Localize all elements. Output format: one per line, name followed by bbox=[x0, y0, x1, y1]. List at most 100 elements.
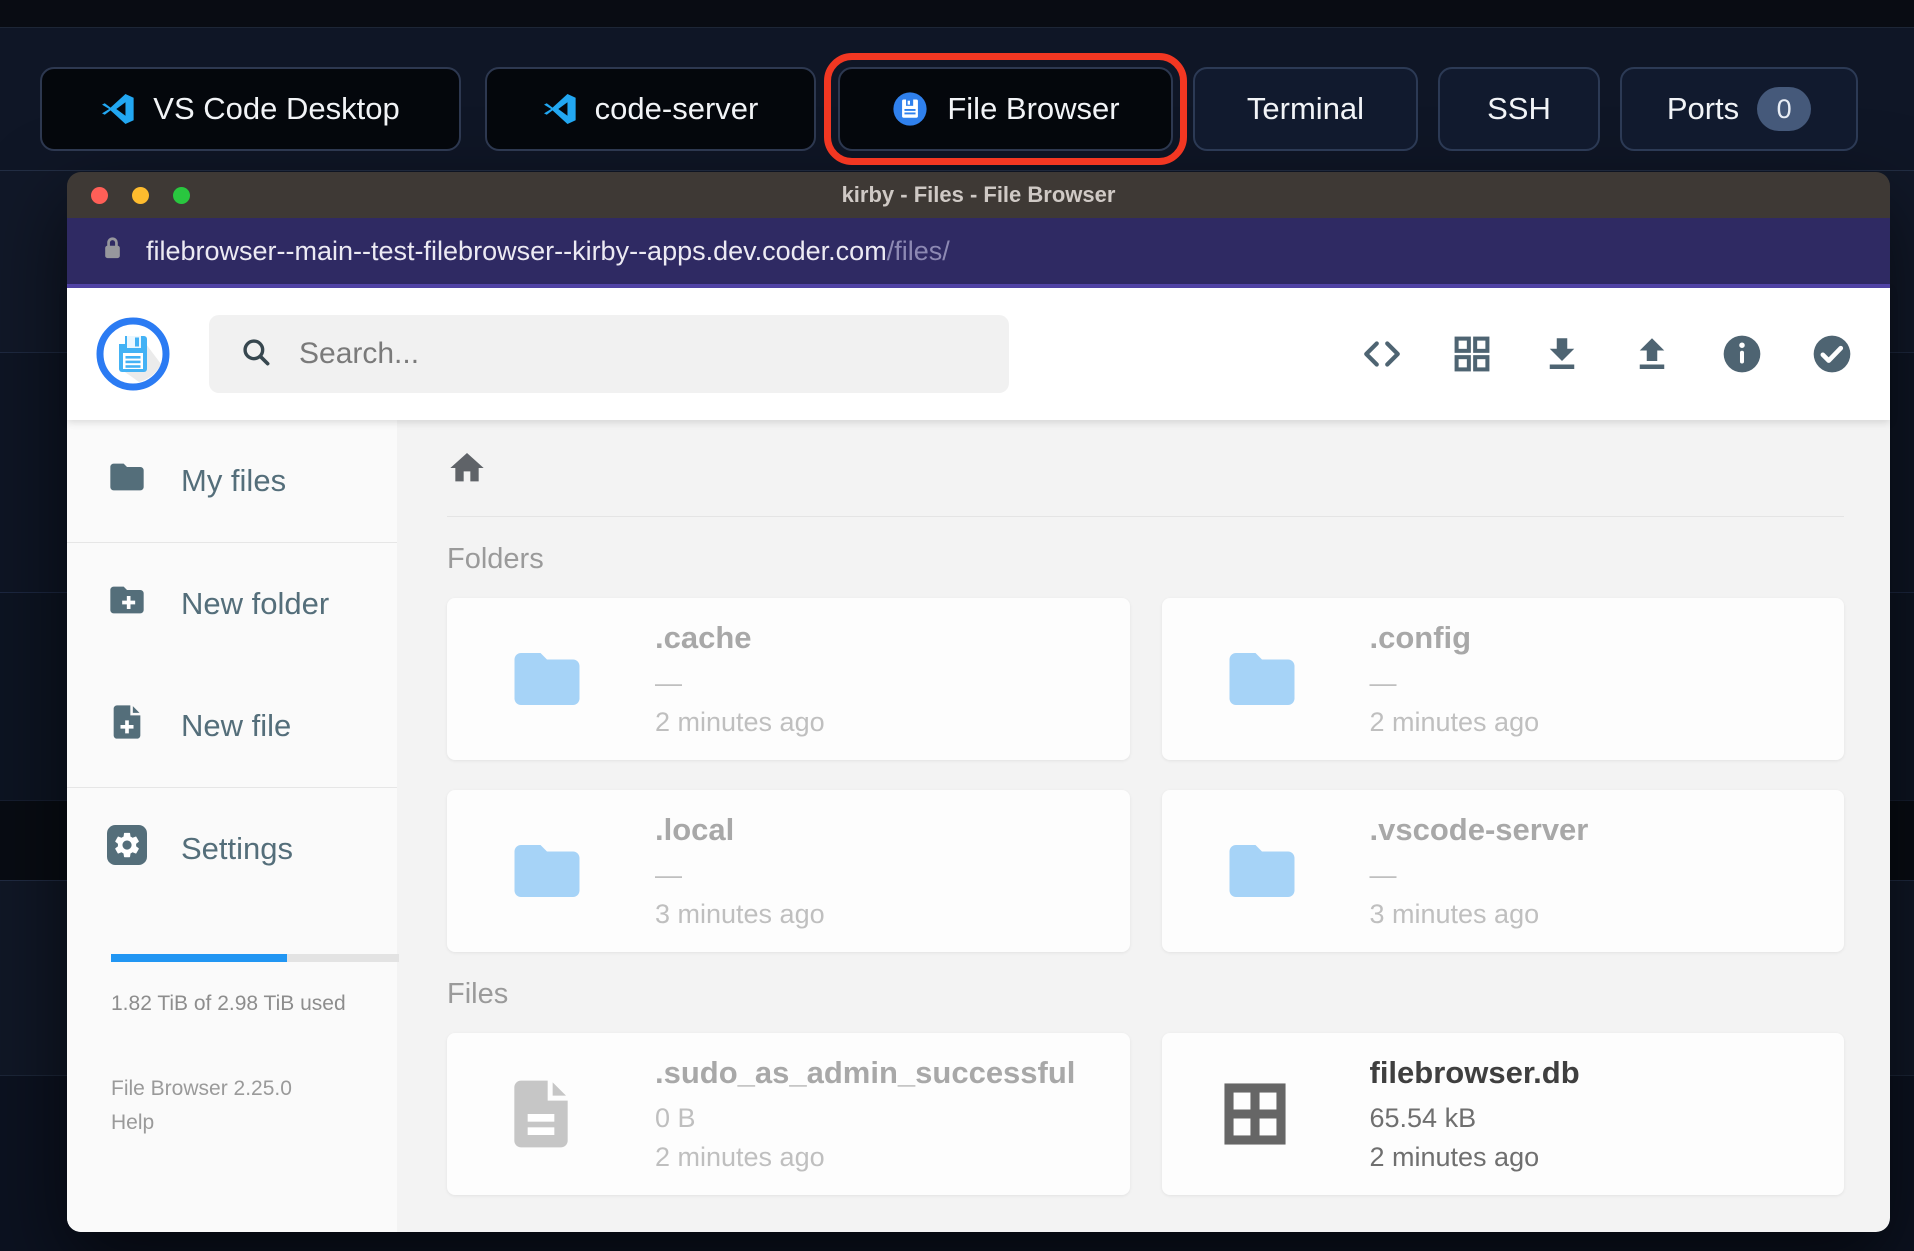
item-name: .vscode-server bbox=[1369, 812, 1589, 847]
ports-count-badge: 0 bbox=[1757, 87, 1812, 131]
app-button-label: code-server bbox=[594, 91, 759, 126]
sidebar-item-label: New folder bbox=[181, 586, 330, 621]
window-titlebar[interactable]: kirby - Files - File Browser bbox=[67, 172, 1890, 218]
check-circle-icon[interactable] bbox=[1810, 332, 1854, 376]
filebrowser-icon bbox=[891, 90, 929, 128]
header-toolbar bbox=[1360, 332, 1854, 376]
sidebar-item-label: My files bbox=[181, 463, 287, 498]
usage-progress-track bbox=[111, 954, 399, 962]
folder-plus-icon bbox=[107, 580, 147, 628]
item-size: 0 B bbox=[655, 1103, 696, 1133]
file-browser-button[interactable]: File Browser bbox=[838, 67, 1173, 151]
item-modified: 3 minutes ago bbox=[655, 899, 825, 929]
sidebar-item-label: New file bbox=[181, 708, 292, 743]
address-bar[interactable]: filebrowser--main--test-filebrowser--kir… bbox=[67, 218, 1890, 288]
url-path: /files/ bbox=[886, 235, 950, 266]
gear-icon bbox=[107, 825, 147, 873]
lock-icon bbox=[99, 235, 126, 267]
terminal-button[interactable]: Terminal bbox=[1193, 67, 1418, 151]
item-name: .sudo_as_admin_successful bbox=[655, 1055, 1076, 1090]
item-size: — bbox=[1369, 860, 1397, 890]
item-name: .config bbox=[1369, 620, 1472, 655]
files-grid: .sudo_as_admin_successful 0 B 2 minutes … bbox=[447, 1033, 1844, 1195]
home-icon[interactable] bbox=[447, 448, 487, 493]
search-input[interactable] bbox=[297, 336, 901, 372]
item-modified: 2 minutes ago bbox=[1369, 1142, 1540, 1172]
file-plus-icon bbox=[107, 702, 147, 750]
app-button-label: SSH bbox=[1487, 91, 1551, 126]
app-version: File Browser 2.25.0 bbox=[111, 1077, 292, 1100]
file-card-filebrowser-db[interactable]: filebrowser.db 65.54 kB 2 minutes ago bbox=[1161, 1033, 1844, 1195]
code-icon[interactable] bbox=[1360, 332, 1404, 376]
item-name: .local bbox=[655, 812, 735, 847]
vscode-icon bbox=[543, 92, 577, 126]
folder-icon bbox=[501, 832, 593, 910]
folder-card-local[interactable]: .local — 3 minutes ago bbox=[447, 790, 1130, 952]
item-meta: .config — 2 minutes ago bbox=[1370, 620, 1540, 738]
vscode-desktop-button[interactable]: VS Code Desktop bbox=[40, 67, 461, 151]
item-modified: 2 minutes ago bbox=[1369, 707, 1540, 737]
grid-icon[interactable] bbox=[1450, 332, 1494, 376]
app-button-label: Terminal bbox=[1246, 91, 1365, 126]
files-heading: Files bbox=[447, 978, 509, 1010]
folder-icon bbox=[501, 640, 593, 718]
folder-icon bbox=[1216, 640, 1308, 718]
divider bbox=[447, 516, 1844, 517]
item-meta: .vscode-server — 3 minutes ago bbox=[1370, 812, 1589, 930]
sidebar-item-new-folder[interactable]: New folder bbox=[67, 543, 397, 665]
folder-card-vscode-server[interactable]: .vscode-server — 3 minutes ago bbox=[1161, 790, 1844, 952]
document-icon bbox=[501, 1074, 593, 1154]
app-button-label: File Browser bbox=[947, 91, 1120, 126]
item-meta: .sudo_as_admin_successful 0 B 2 minutes … bbox=[655, 1055, 1075, 1173]
coder-app-bar: VS Code Desktop code-server File Browser… bbox=[0, 0, 1914, 170]
grid-window-icon bbox=[1216, 1075, 1308, 1153]
sidebar: My files New folder New file Settings 1.… bbox=[67, 420, 399, 1232]
folder-icon bbox=[1216, 832, 1308, 910]
item-modified: 2 minutes ago bbox=[655, 707, 825, 737]
filebrowser-logo[interactable] bbox=[95, 316, 171, 392]
folder-icon bbox=[107, 457, 147, 505]
item-meta: filebrowser.db 65.54 kB 2 minutes ago bbox=[1370, 1055, 1580, 1173]
sidebar-item-new-file[interactable]: New file bbox=[67, 665, 397, 787]
item-meta: .cache — 2 minutes ago bbox=[655, 620, 825, 738]
download-icon[interactable] bbox=[1540, 332, 1584, 376]
code-server-button[interactable]: code-server bbox=[485, 67, 816, 151]
sidebar-item-label: Settings bbox=[181, 831, 294, 866]
folder-card-config[interactable]: .config — 2 minutes ago bbox=[1161, 598, 1844, 760]
item-size: — bbox=[655, 668, 682, 698]
sidebar-item-my-files[interactable]: My files bbox=[67, 420, 397, 542]
folders-heading: Folders bbox=[447, 543, 544, 575]
upload-icon[interactable] bbox=[1630, 332, 1674, 376]
ssh-button[interactable]: SSH bbox=[1438, 67, 1600, 151]
file-card-sudo-as-admin-successful[interactable]: .sudo_as_admin_successful 0 B 2 minutes … bbox=[447, 1033, 1130, 1195]
url-host: filebrowser--main--test-filebrowser--kir… bbox=[146, 235, 887, 266]
item-size: 65.54 kB bbox=[1369, 1103, 1477, 1133]
item-size: — bbox=[655, 860, 682, 890]
breadcrumb bbox=[447, 448, 1844, 492]
window-title: kirby - Files - File Browser bbox=[841, 182, 1116, 207]
browser-window: kirby - Files - File Browser filebrowser… bbox=[67, 172, 1890, 1232]
url-text: filebrowser--main--test-filebrowser--kir… bbox=[146, 236, 950, 267]
search-bar[interactable] bbox=[209, 315, 1009, 393]
filebrowser-body: My files New folder New file Settings 1.… bbox=[67, 420, 1890, 1232]
search-icon bbox=[239, 335, 273, 374]
vscode-icon bbox=[101, 92, 135, 126]
info-icon[interactable] bbox=[1720, 332, 1764, 376]
help-link[interactable]: Help bbox=[111, 1106, 397, 1140]
app-button-label: Ports bbox=[1666, 91, 1740, 126]
folder-card-cache[interactable]: .cache — 2 minutes ago bbox=[447, 598, 1130, 760]
item-modified: 2 minutes ago bbox=[655, 1142, 825, 1172]
storage-usage: 1.82 TiB of 2.98 TiB used bbox=[111, 954, 399, 1016]
file-listing: Folders .cache — 2 minutes ago .config —… bbox=[397, 420, 1890, 1232]
sidebar-footer: File Browser 2.25.0 Help bbox=[111, 1072, 397, 1139]
item-name: .cache bbox=[655, 620, 752, 655]
ports-button[interactable]: Ports 0 bbox=[1620, 67, 1858, 151]
item-name: filebrowser.db bbox=[1369, 1055, 1580, 1090]
sidebar-item-settings[interactable]: Settings bbox=[67, 788, 397, 910]
usage-progress-fill bbox=[111, 954, 287, 962]
usage-text: 1.82 TiB of 2.98 TiB used bbox=[111, 992, 346, 1015]
item-meta: .local — 3 minutes ago bbox=[655, 812, 825, 930]
filebrowser-header bbox=[67, 288, 1890, 420]
folders-grid: .cache — 2 minutes ago .config — 2 minut… bbox=[447, 598, 1844, 952]
item-modified: 3 minutes ago bbox=[1369, 899, 1540, 929]
